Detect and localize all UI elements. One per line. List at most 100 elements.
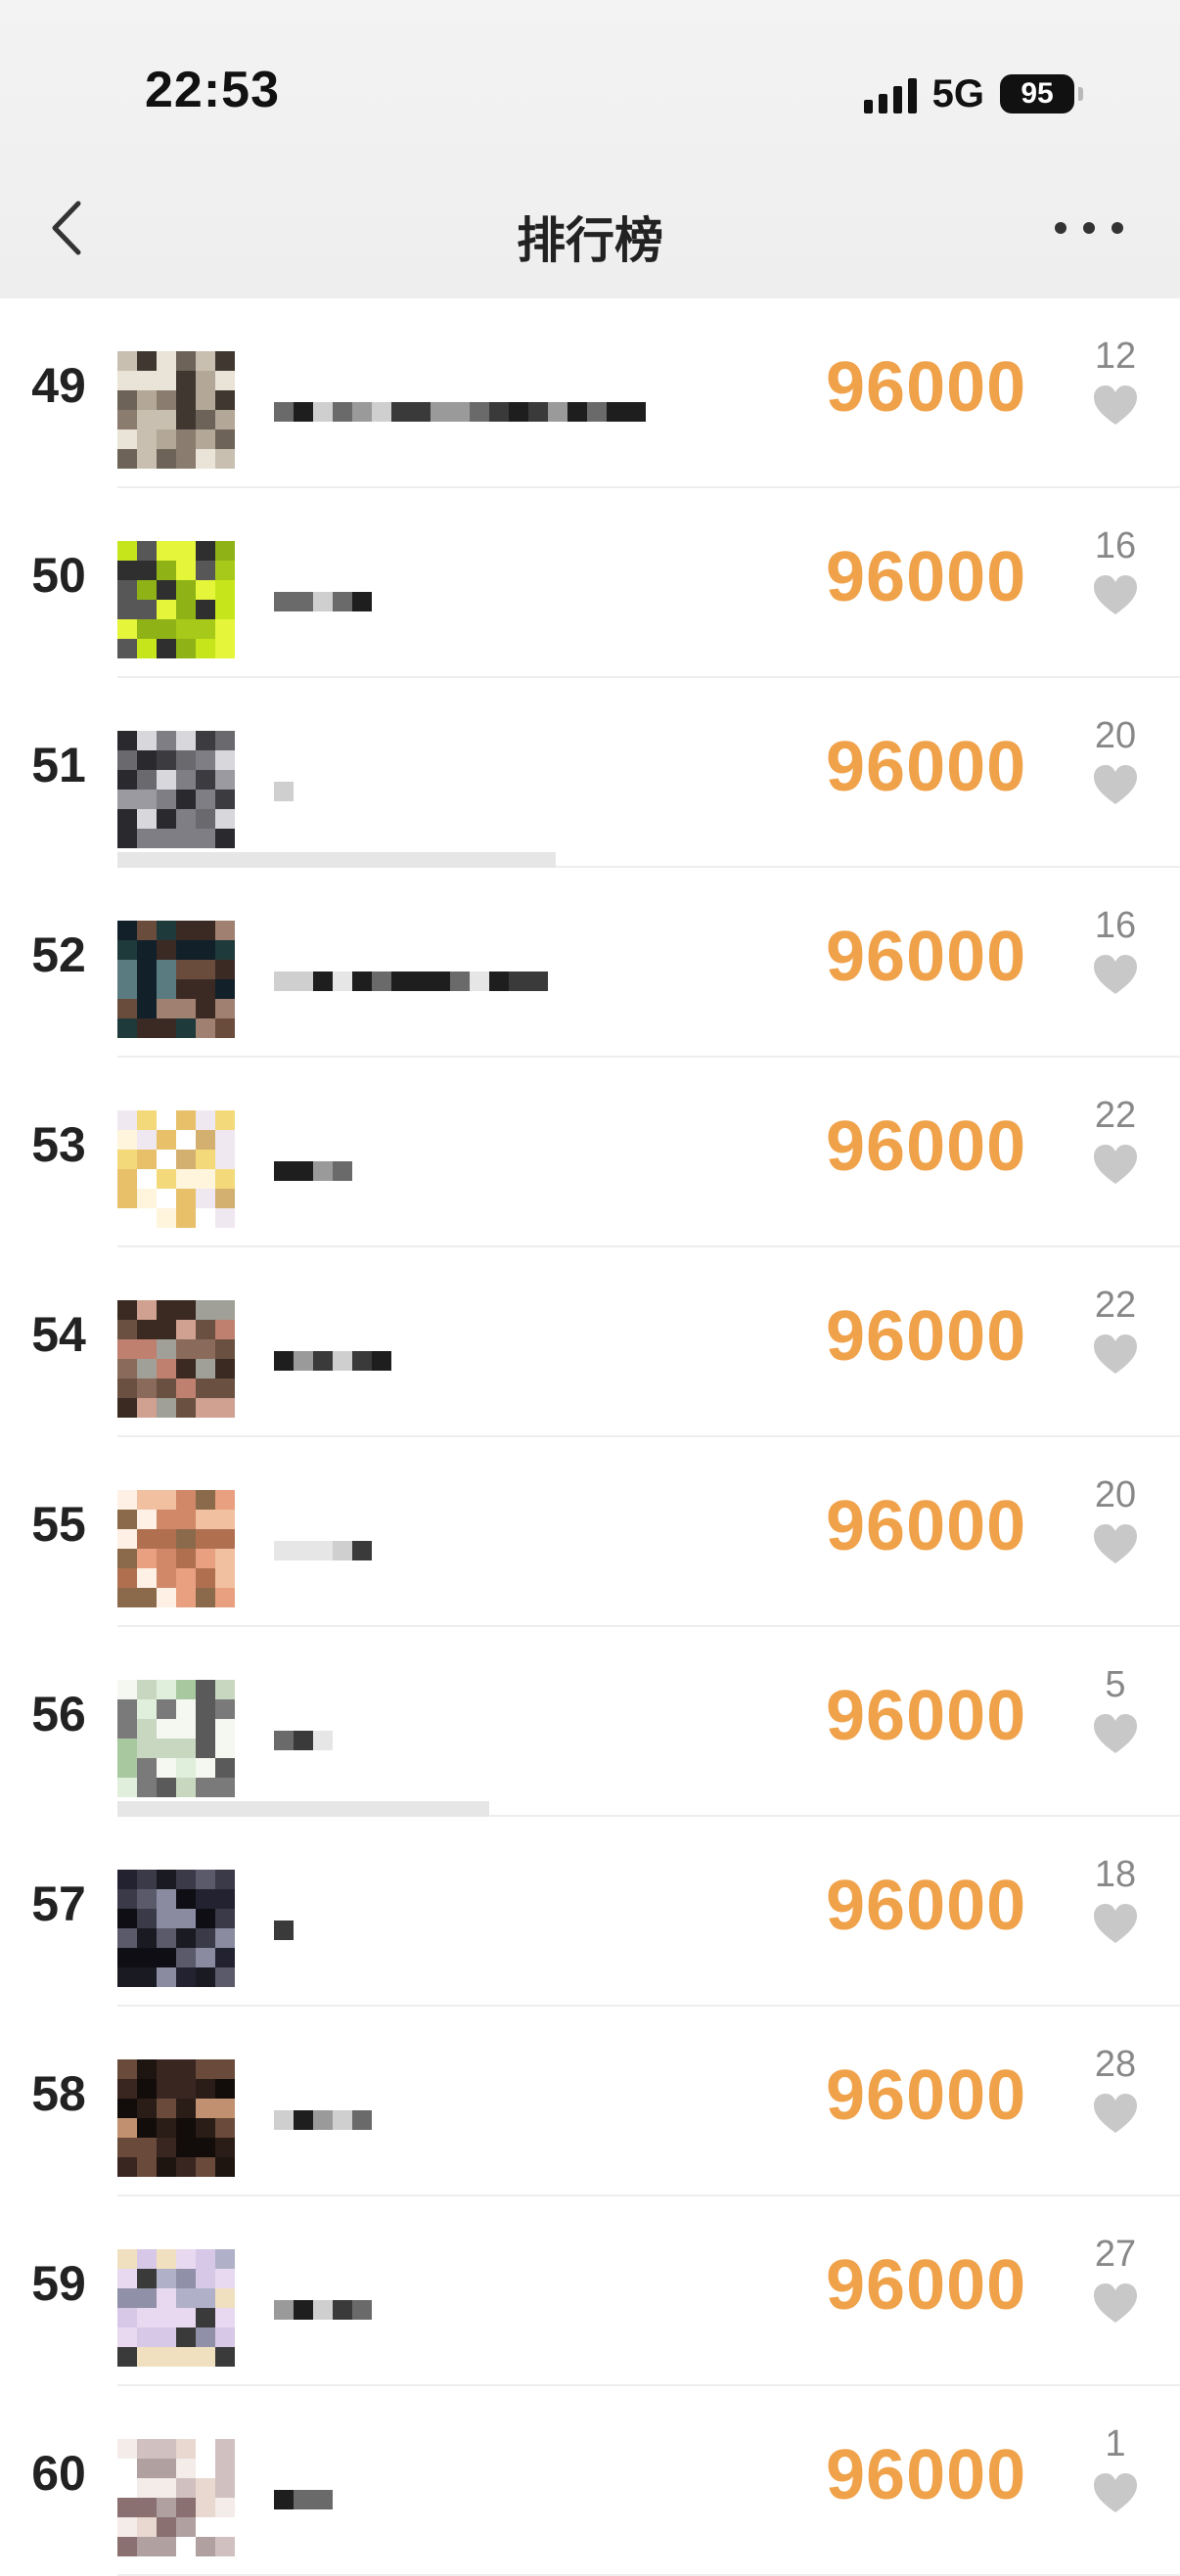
score-value: 96000 xyxy=(826,728,1027,806)
avatar[interactable] xyxy=(117,351,235,469)
username-text xyxy=(274,392,275,393)
heart-icon[interactable] xyxy=(1092,2282,1139,2325)
avatar[interactable] xyxy=(117,1870,235,1987)
avatar[interactable] xyxy=(117,1300,235,1418)
username-pixelated xyxy=(274,962,548,1001)
row-divider xyxy=(117,852,556,868)
avatar[interactable] xyxy=(117,1110,235,1228)
like-group[interactable]: 12 xyxy=(1071,336,1159,427)
rank-number: 49 xyxy=(31,358,86,413)
like-count: 16 xyxy=(1094,905,1137,946)
rank-number: 56 xyxy=(31,1687,86,1741)
like-group[interactable]: 20 xyxy=(1071,1474,1159,1565)
username-pixelated xyxy=(274,582,372,621)
like-count: 16 xyxy=(1094,525,1137,566)
like-group[interactable]: 22 xyxy=(1071,1095,1159,1186)
like-group[interactable]: 1 xyxy=(1071,2423,1159,2514)
score-value: 96000 xyxy=(826,1867,1027,1945)
like-group[interactable]: 18 xyxy=(1071,1854,1159,1945)
heart-icon[interactable] xyxy=(1092,384,1139,427)
score-value: 96000 xyxy=(826,1677,1027,1755)
heart-icon[interactable] xyxy=(1092,953,1139,996)
username-pixelated xyxy=(274,2480,333,2519)
username-text xyxy=(274,2290,275,2291)
like-count: 22 xyxy=(1094,1285,1137,1326)
top-bar: 22:53 5G 95 排行榜 xyxy=(0,0,1180,298)
ranking-row[interactable]: 60 96000 1 xyxy=(31,2386,1180,2576)
like-group[interactable]: 27 xyxy=(1071,2234,1159,2325)
rank-number: 60 xyxy=(31,2446,86,2501)
score-value: 96000 xyxy=(826,1487,1027,1565)
rank-number: 55 xyxy=(31,1497,86,1552)
username-pixelated xyxy=(274,392,646,431)
like-count: 1 xyxy=(1105,2423,1126,2464)
ranking-row[interactable]: 52 96000 16 xyxy=(31,852,1180,1058)
like-group[interactable]: 16 xyxy=(1071,905,1159,996)
ranking-row[interactable]: 51 96000 20 xyxy=(31,678,1180,868)
like-count: 12 xyxy=(1094,336,1137,377)
avatar[interactable] xyxy=(117,541,235,658)
like-group[interactable]: 5 xyxy=(1071,1664,1159,1755)
heart-icon[interactable] xyxy=(1092,1522,1139,1565)
ranking-list: 49 96000 12 50 96000 16 51 96000 20 52 96000 16 53 96… xyxy=(0,298,1180,2576)
username-pixelated xyxy=(274,1152,352,1191)
username-pixelated xyxy=(274,1721,333,1760)
status-time: 22:53 xyxy=(145,62,280,118)
username-text xyxy=(274,1721,275,1722)
like-group[interactable]: 22 xyxy=(1071,1285,1159,1376)
avatar[interactable] xyxy=(117,2059,235,2177)
username-text xyxy=(274,582,275,583)
ranking-row[interactable]: 56 96000 5 xyxy=(31,1627,1180,1817)
battery-icon: 95 xyxy=(1000,74,1083,113)
username-text xyxy=(274,772,275,773)
rank-number: 54 xyxy=(31,1307,86,1362)
like-group[interactable]: 28 xyxy=(1071,2044,1159,2135)
status-indicators: 5G 95 xyxy=(863,70,1083,117)
avatar[interactable] xyxy=(117,1490,235,1607)
like-count: 27 xyxy=(1094,2234,1137,2275)
more-dot xyxy=(1112,222,1123,234)
heart-icon[interactable] xyxy=(1092,573,1139,616)
network-type: 5G xyxy=(931,71,984,115)
score-value: 96000 xyxy=(826,2056,1027,2135)
avatar[interactable] xyxy=(117,2439,235,2556)
heart-icon[interactable] xyxy=(1092,1333,1139,1376)
heart-icon[interactable] xyxy=(1092,1143,1139,1186)
ranking-row[interactable]: 49 96000 12 xyxy=(31,298,1180,488)
avatar[interactable] xyxy=(117,2249,235,2367)
heart-icon[interactable] xyxy=(1092,2471,1139,2514)
score-value: 96000 xyxy=(826,348,1027,427)
username-pixelated xyxy=(274,1531,372,1570)
like-count: 5 xyxy=(1105,1664,1126,1705)
score-value: 96000 xyxy=(826,1297,1027,1376)
heart-icon[interactable] xyxy=(1092,1712,1139,1755)
ranking-row[interactable]: 50 96000 16 xyxy=(31,488,1180,678)
ranking-row[interactable]: 57 96000 18 xyxy=(31,1801,1180,2007)
like-count: 20 xyxy=(1094,715,1137,756)
like-group[interactable]: 16 xyxy=(1071,525,1159,616)
username-text xyxy=(274,1341,275,1342)
avatar[interactable] xyxy=(117,1680,235,1797)
rank-number: 50 xyxy=(31,548,86,603)
heart-icon[interactable] xyxy=(1092,2092,1139,2135)
ranking-row[interactable]: 58 96000 28 xyxy=(31,2007,1180,2196)
heart-icon[interactable] xyxy=(1092,1902,1139,1945)
ranking-row[interactable]: 53 96000 22 xyxy=(31,1058,1180,1247)
ranking-row[interactable]: 59 96000 27 xyxy=(31,2196,1180,2386)
username-pixelated xyxy=(274,2290,372,2329)
more-button[interactable] xyxy=(1055,203,1123,252)
ranking-row[interactable]: 55 96000 20 xyxy=(31,1437,1180,1627)
ranking-row[interactable]: 54 96000 22 xyxy=(31,1247,1180,1437)
avatar[interactable] xyxy=(117,731,235,848)
like-count: 18 xyxy=(1094,1854,1137,1895)
avatar[interactable] xyxy=(117,921,235,1038)
score-value: 96000 xyxy=(826,2436,1027,2514)
more-dot xyxy=(1083,222,1095,234)
heart-icon[interactable] xyxy=(1092,763,1139,806)
score-value: 96000 xyxy=(826,1107,1027,1186)
like-group[interactable]: 20 xyxy=(1071,715,1159,806)
like-count: 20 xyxy=(1094,1474,1137,1515)
score-value: 96000 xyxy=(826,918,1027,996)
username-pixelated xyxy=(274,772,294,811)
username-text xyxy=(274,1531,275,1532)
